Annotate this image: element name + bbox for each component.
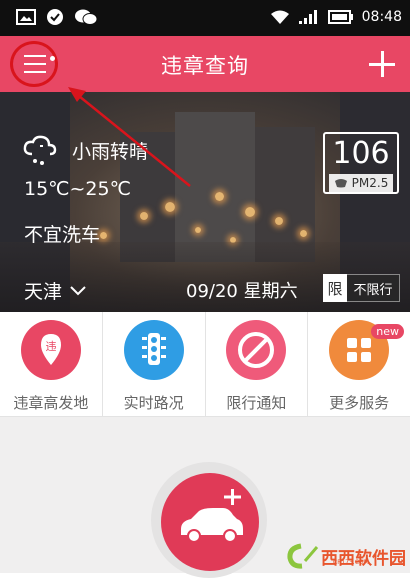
- function-label: 违章高发地: [13, 394, 89, 412]
- temperature-range: 15℃~25℃: [24, 178, 131, 200]
- traffic-light-icon: [123, 320, 184, 380]
- function-label: 限行通知: [226, 394, 287, 412]
- function-label: 实时路况: [123, 394, 184, 412]
- chevron-down-icon: [70, 285, 86, 295]
- watermark: 西西软件园 CR173.COM: [287, 543, 406, 569]
- function-grid: 违 违章高发地 实时路况 限行通知 new 更多服务: [0, 312, 410, 417]
- add-button[interactable]: [364, 46, 400, 82]
- check-circle-icon: [47, 9, 63, 25]
- content-area: 西西软件园 CR173.COM: [0, 417, 410, 578]
- watermark-logo-icon: [287, 543, 319, 569]
- aqi-value: 106: [332, 136, 390, 171]
- car-wash-advice: 不宜洗车: [24, 224, 101, 246]
- weather-banner: 小雨转晴 15℃~25℃ 不宜洗车 106 PM2.5 天津 09/20 星期六…: [0, 92, 410, 312]
- aqi-label: PM2.5: [351, 176, 389, 190]
- date-weekday: 09/20 星期六: [186, 281, 298, 302]
- signal-icon: [298, 10, 317, 24]
- function-more-services[interactable]: new 更多服务: [308, 312, 410, 416]
- pin-label: 违: [45, 340, 56, 353]
- wifi-icon: [270, 10, 289, 24]
- function-restriction-notice[interactable]: 限行通知: [206, 312, 309, 416]
- app-header: 违章查询: [0, 36, 410, 92]
- add-car-icon: [181, 489, 243, 543]
- city-name: 天津: [24, 281, 63, 303]
- clock: 08:48: [361, 9, 402, 25]
- function-violation-hotspots[interactable]: 违 违章高发地: [0, 312, 103, 416]
- wechat-icon: [75, 9, 98, 25]
- status-bar: 08:48: [0, 0, 410, 36]
- mask-icon: [334, 179, 347, 188]
- cloud-rain-icon: [23, 135, 57, 165]
- function-live-traffic[interactable]: 实时路况: [103, 312, 206, 416]
- traffic-restriction: 限 不限行: [323, 274, 400, 302]
- add-car-button[interactable]: [161, 473, 259, 571]
- weather-condition: 小雨转晴: [72, 141, 149, 163]
- restriction-status: 不限行: [347, 274, 400, 302]
- air-quality-widget[interactable]: 106 PM2.5: [323, 132, 399, 194]
- new-badge: new: [371, 324, 404, 339]
- battery-icon: [327, 10, 353, 24]
- function-label: 更多服务: [329, 394, 390, 412]
- no-entry-icon: [226, 320, 287, 380]
- watermark-domain: CR173.COM: [333, 559, 369, 566]
- location-pin-icon: 违: [20, 320, 81, 380]
- city-selector[interactable]: 天津: [24, 277, 86, 304]
- page-title: 违章查询: [161, 54, 249, 78]
- restriction-tag: 限: [323, 274, 347, 302]
- image-icon: [16, 9, 36, 25]
